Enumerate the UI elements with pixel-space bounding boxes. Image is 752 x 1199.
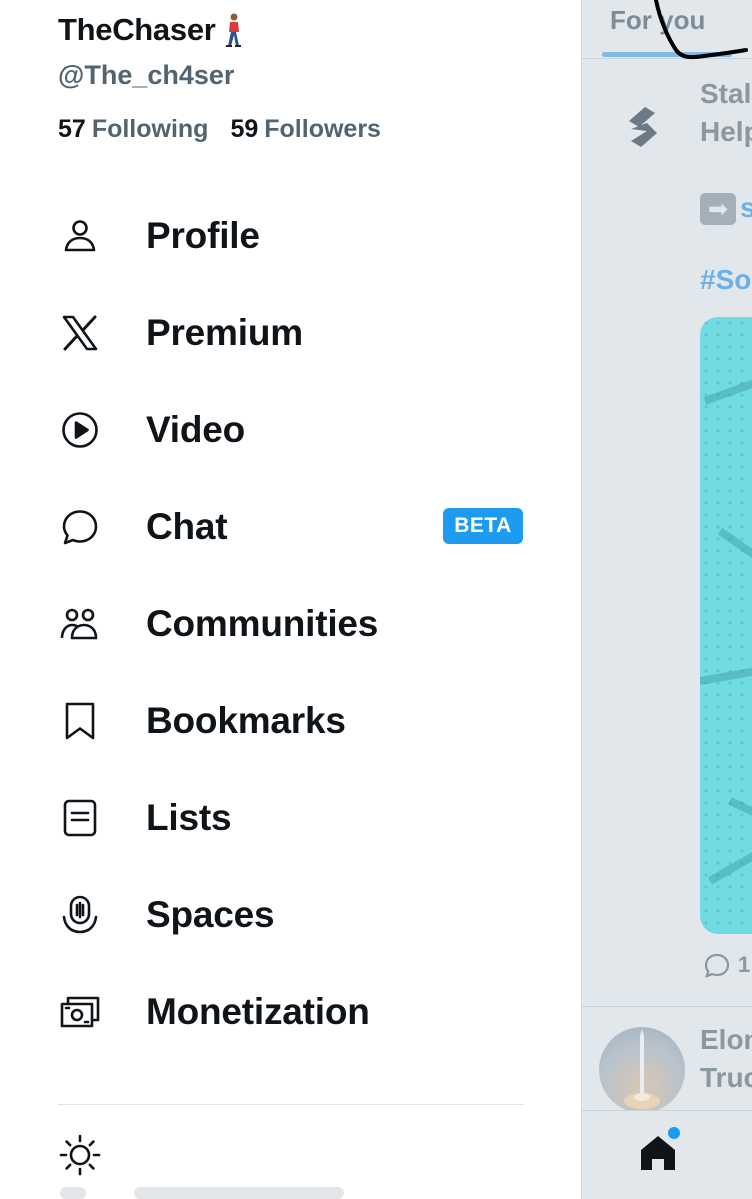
menu-item-bookmarks[interactable]: Bookmarks: [0, 672, 581, 769]
menu-label-video: Video: [146, 408, 246, 450]
post-text: Help: [700, 116, 752, 147]
sun-icon[interactable]: [58, 1133, 102, 1177]
menu-label-monetization: Monetization: [146, 990, 370, 1032]
spaces-mic-icon: [58, 893, 102, 937]
followers-count: 59: [230, 115, 259, 143]
hand-drawn-scribble: [654, 0, 748, 60]
post-avatar[interactable]: [604, 88, 682, 166]
bottom-nav-bar: [582, 1110, 752, 1199]
play-circle-icon: [58, 408, 102, 452]
menu-label-chat: Chat: [146, 505, 228, 547]
menu-label-lists: Lists: [146, 796, 232, 838]
menu-item-profile[interactable]: Profile: [0, 187, 581, 284]
menu-item-monetization[interactable]: Monetization: [0, 963, 581, 1060]
following-label: Following: [91, 115, 209, 143]
cut-off-row: [60, 1186, 360, 1199]
post-hashtag[interactable]: #So: [700, 264, 751, 296]
money-icon: [58, 990, 102, 1034]
drawer-divider: [58, 1104, 524, 1105]
menu-item-video[interactable]: Video: [0, 381, 581, 478]
post2-avatar[interactable]: [599, 1027, 685, 1113]
side-drawer: TheChaser @The_ch4ser 57 Following 59 Foll…: [0, 0, 581, 1199]
menu-label-spaces: Spaces: [146, 893, 275, 935]
logo-icon: [629, 107, 657, 147]
rocket-launch-image: [624, 1029, 660, 1109]
chat-bubble-icon: [58, 505, 102, 549]
x-logo-icon: [58, 311, 102, 355]
bookmark-icon: [58, 699, 102, 743]
menu-label-profile: Profile: [146, 214, 260, 256]
menu-item-chat[interactable]: Chat BETA: [0, 478, 581, 575]
home-icon[interactable]: [638, 1133, 678, 1173]
person-icon: [58, 214, 102, 258]
reply-count: 1: [738, 952, 751, 977]
post-link[interactable]: s: [740, 192, 752, 224]
reply-icon[interactable]: [702, 951, 732, 981]
menu-item-spaces[interactable]: Spaces: [0, 866, 581, 963]
post2-author[interactable]: Elon: [700, 1024, 752, 1056]
following-count: 57: [58, 115, 86, 143]
walking-person-emoji-icon: [225, 13, 241, 47]
notification-dot: [668, 1127, 680, 1139]
menu-label-premium: Premium: [146, 311, 303, 353]
following-link[interactable]: 57 Following: [58, 115, 208, 144]
menu-item-premium[interactable]: Premium: [0, 284, 581, 381]
profile-name-text[interactable]: TheChaser: [58, 12, 216, 48]
profile-name[interactable]: TheChaser: [58, 12, 244, 48]
post-media-image[interactable]: [700, 317, 752, 934]
right-arrow-emoji-icon: ➡: [700, 193, 736, 225]
list-icon: [58, 796, 102, 840]
followers-link[interactable]: 59 Followers: [230, 115, 381, 144]
menu-item-lists[interactable]: Lists: [0, 769, 581, 866]
post-separator: [582, 1006, 752, 1007]
communities-icon: [58, 602, 102, 646]
profile-handle[interactable]: @The_ch4ser: [58, 60, 234, 91]
menu-label-communities: Communities: [146, 602, 379, 644]
post-author[interactable]: Stal: [700, 78, 751, 110]
follow-stats: 57 Following 59 Followers: [58, 115, 381, 144]
menu-item-communities[interactable]: Communities: [0, 575, 581, 672]
post2-text: Truc: [700, 1062, 752, 1093]
timeline-overlay[interactable]: For you Stal Help ➡ s #So 1 Elon Truc: [581, 0, 752, 1199]
beta-badge: BETA: [443, 508, 523, 544]
followers-label: Followers: [264, 115, 381, 143]
menu-label-bookmarks: Bookmarks: [146, 699, 346, 741]
drawer-menu: Profile Premium Video Chat BETA Communit…: [0, 187, 581, 1060]
